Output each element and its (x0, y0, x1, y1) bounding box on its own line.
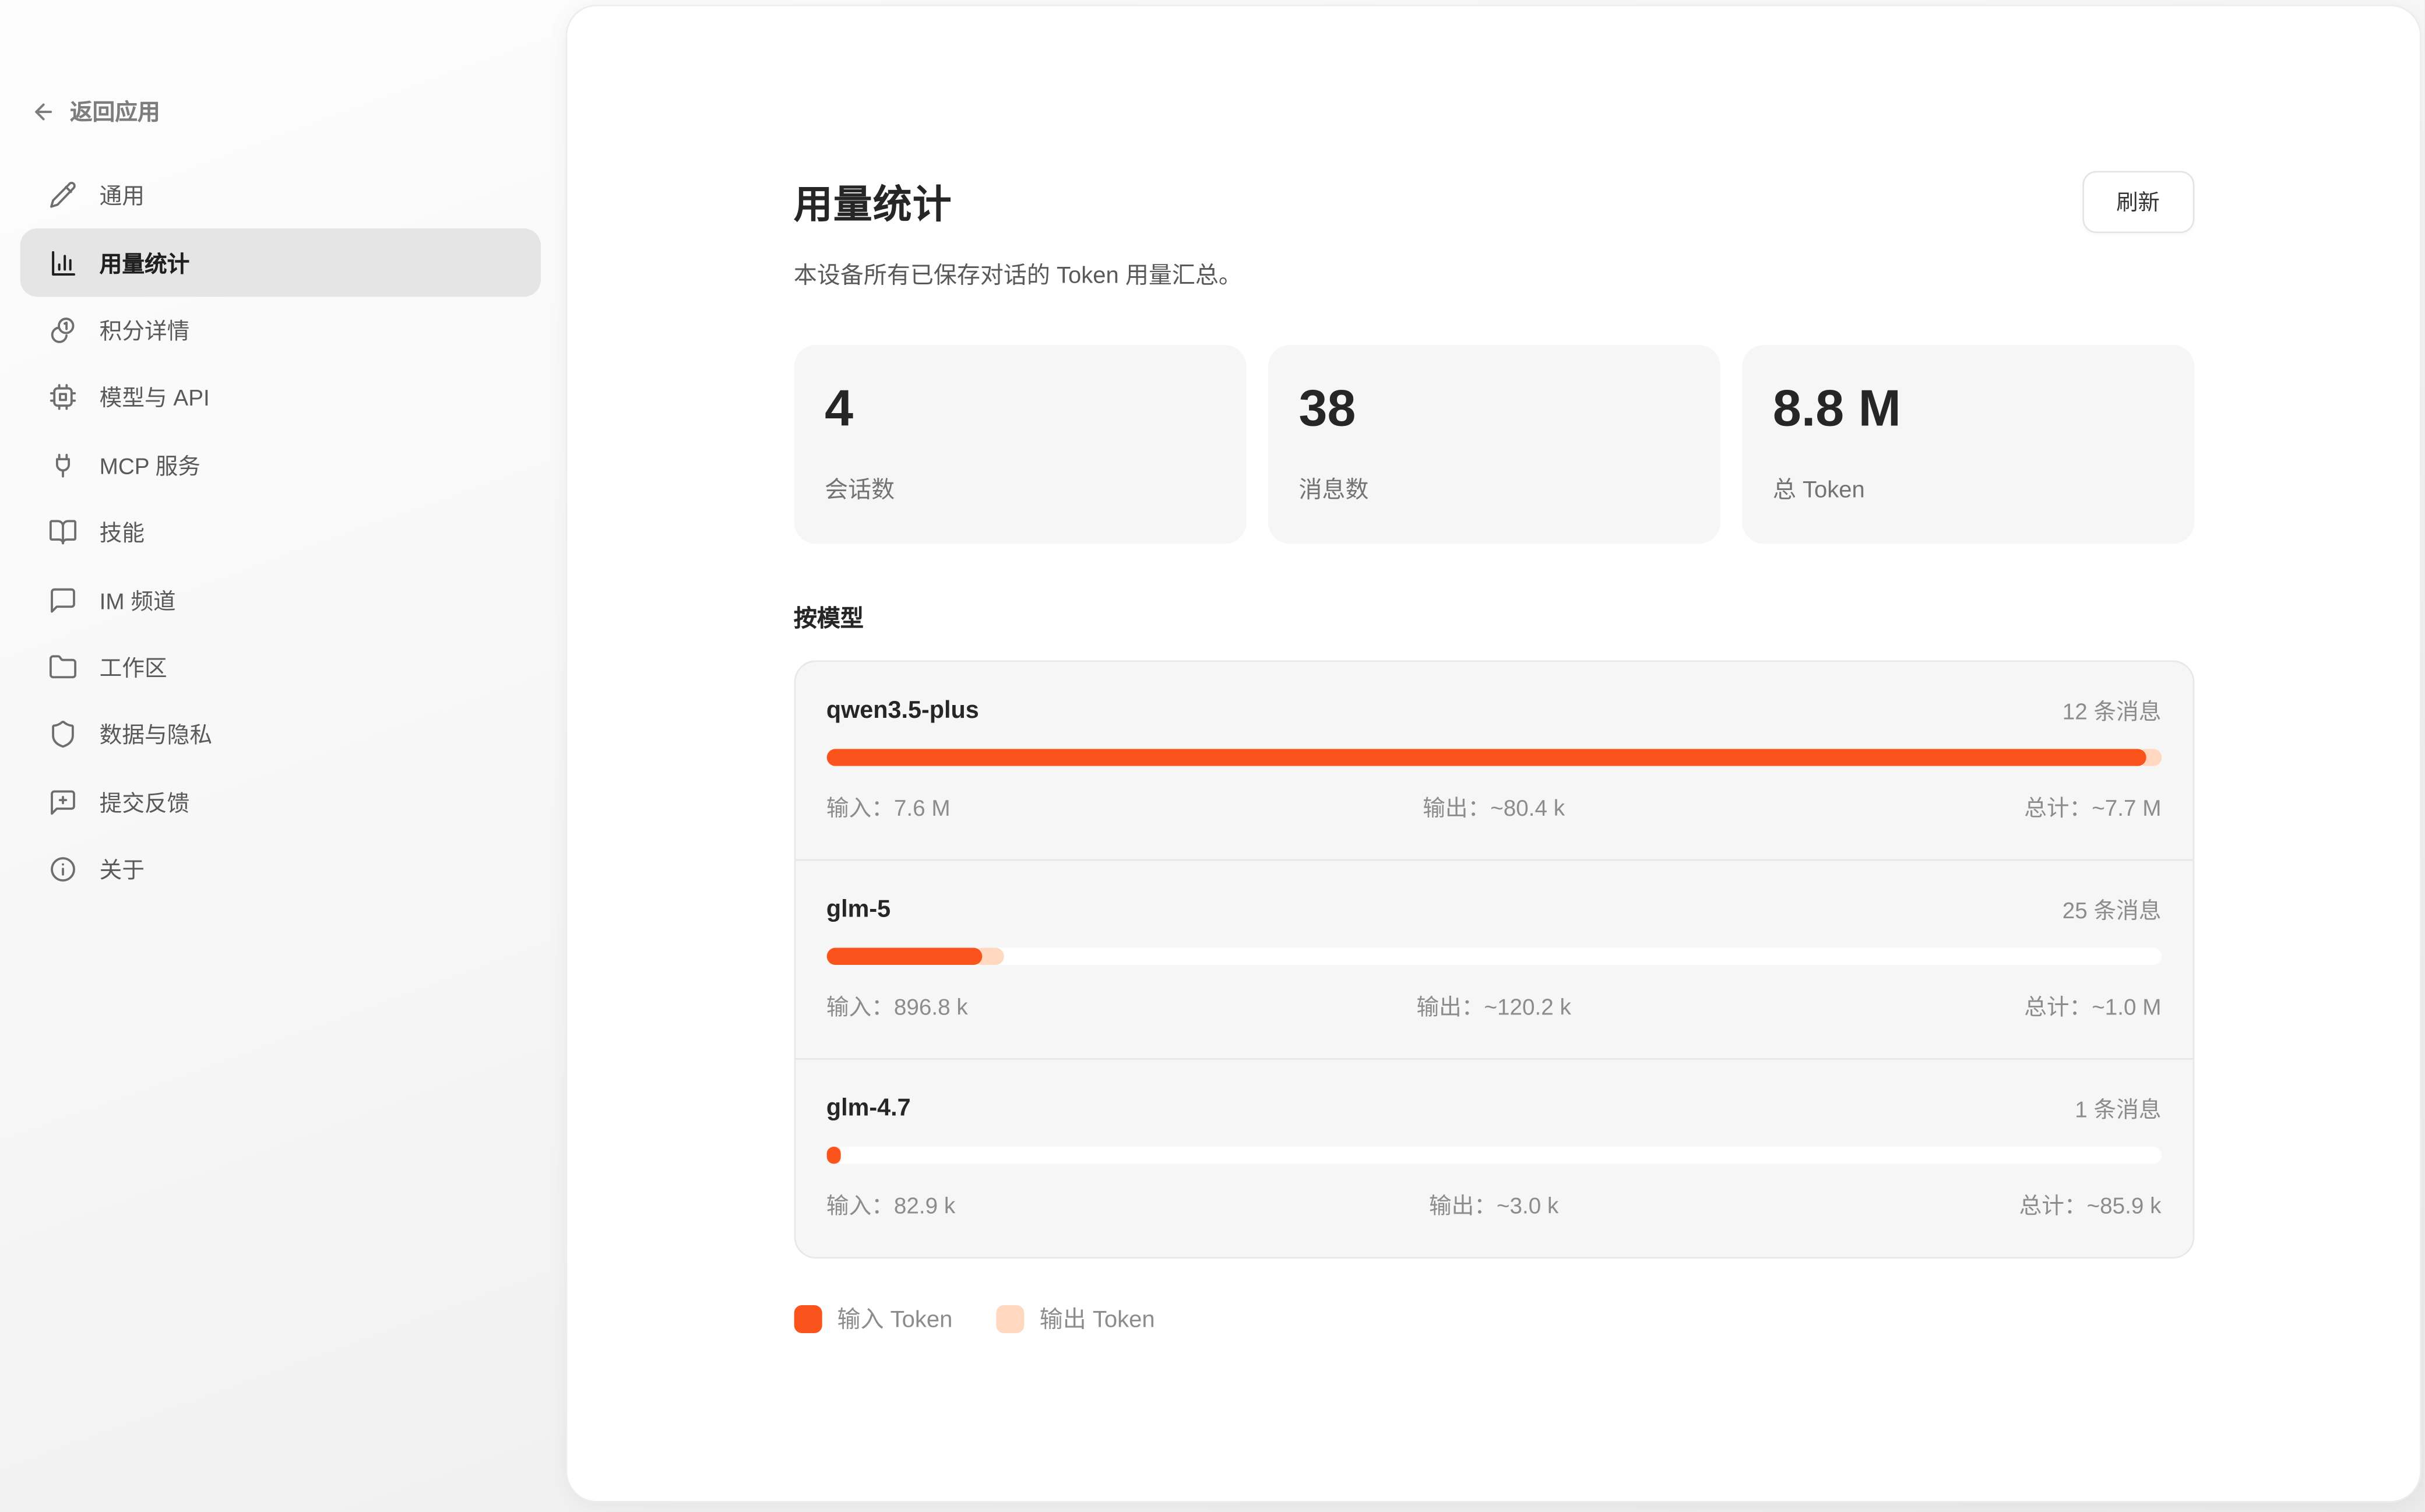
sidebar-item-label: IM 频道 (100, 583, 176, 616)
legend-input: 输入 Token (794, 1302, 953, 1335)
input-total: 输入：896.8 k (826, 990, 1272, 1023)
sum-total: 总计：~1.0 M (1716, 990, 2162, 1023)
stat-card-messages: 38 消息数 (1268, 345, 1720, 544)
cpu-icon (47, 382, 78, 413)
legend-output-label: 输出 Token (1040, 1302, 1155, 1335)
legend: 输入 Token 输出 Token (794, 1302, 2194, 1335)
sidebar-item-label: 数据与隐私 (100, 718, 212, 751)
token-usage-bar (826, 1147, 2162, 1164)
sidebar-item-general[interactable]: 通用 (20, 161, 541, 229)
input-token-segment (826, 749, 2146, 766)
bar-chart-icon (47, 247, 78, 278)
sidebar-item-label: 用量统计 (100, 246, 190, 279)
legend-output: 输出 Token (996, 1302, 1155, 1335)
folder-icon (47, 651, 78, 682)
stat-value: 4 (825, 382, 1215, 433)
pencil-icon (47, 180, 78, 211)
legend-input-label: 输入 Token (837, 1302, 953, 1335)
input-total: 输入：7.6 M (826, 791, 1272, 823)
output-token-swatch (996, 1305, 1024, 1333)
input-token-segment (826, 948, 983, 965)
model-row-qwen35-plus: qwen3.5-plus 12 条消息 输入：7.6 M 输出：~80.4 k … (796, 662, 2192, 859)
model-name: glm-4.7 (826, 1095, 911, 1123)
sidebar: 返回应用 通用 用量统计 积分详情 (0, 0, 566, 1512)
stat-value: 38 (1299, 382, 1689, 433)
sidebar-item-credits[interactable]: 积分详情 (20, 297, 541, 364)
stat-card-sessions: 4 会话数 (794, 345, 1246, 544)
sidebar-item-label: 提交反馈 (100, 786, 190, 819)
model-name: qwen3.5-plus (826, 697, 979, 725)
back-to-app-button[interactable]: 返回应用 (31, 95, 541, 128)
chat-bubble-icon (47, 584, 78, 615)
page-header: 用量统计 刷新 (794, 171, 2194, 233)
sidebar-item-label: MCP 服务 (100, 449, 200, 481)
back-label: 返回应用 (70, 95, 160, 128)
sidebar-item-about[interactable]: 关于 (20, 836, 541, 903)
sidebar-item-label: 工作区 (100, 651, 167, 683)
output-total: 输出：~80.4 k (1271, 791, 1716, 823)
by-model-heading: 按模型 (794, 601, 2194, 634)
sidebar-item-mcp[interactable]: MCP 服务 (20, 431, 541, 499)
sidebar-item-models-api[interactable]: 模型与 API (20, 364, 541, 431)
sidebar-item-label: 通用 (100, 179, 145, 212)
model-row-glm-47: glm-4.7 1 条消息 输入：82.9 k 输出：~3.0 k 总计：~85… (796, 1058, 2192, 1257)
info-icon (47, 854, 78, 885)
feedback-plus-icon (47, 787, 78, 817)
sidebar-item-privacy[interactable]: 数据与隐私 (20, 701, 541, 769)
output-total: 输出：~120.2 k (1271, 990, 1716, 1023)
input-token-swatch (794, 1305, 822, 1333)
plug-icon (47, 449, 78, 480)
stat-label: 会话数 (825, 473, 1215, 505)
shield-icon (47, 719, 78, 750)
sum-total: 总计：~85.9 k (1716, 1189, 2162, 1221)
sidebar-item-usage-stats[interactable]: 用量统计 (20, 229, 541, 297)
sidebar-item-label: 积分详情 (100, 314, 190, 347)
sum-total: 总计：~7.7 M (1716, 791, 2162, 823)
model-message-count: 1 条消息 (2075, 1092, 2161, 1125)
refresh-button[interactable]: 刷新 (2082, 171, 2194, 233)
input-token-segment (826, 1147, 841, 1164)
sidebar-item-label: 技能 (100, 516, 145, 549)
input-total: 输入：82.9 k (826, 1189, 1272, 1221)
sidebar-item-label: 关于 (100, 853, 145, 886)
stat-cards: 4 会话数 38 消息数 8.8 M 总 Token (794, 345, 2194, 544)
model-usage-list: qwen3.5-plus 12 条消息 输入：7.6 M 输出：~80.4 k … (794, 660, 2194, 1259)
stat-label: 总 Token (1773, 473, 2163, 505)
model-name: glm-5 (826, 896, 891, 924)
page-title: 用量统计 (794, 174, 952, 230)
settings-window: 返回应用 通用 用量统计 积分详情 (0, 0, 2425, 1512)
sidebar-item-workspace[interactable]: 工作区 (20, 633, 541, 701)
usage-stats-page: 用量统计 刷新 本设备所有已保存对话的 Token 用量汇总。 4 会话数 38… (794, 6, 2194, 1335)
model-row-glm-5: glm-5 25 条消息 输入：896.8 k 输出：~120.2 k 总计：~… (796, 859, 2192, 1058)
stat-label: 消息数 (1299, 473, 1689, 505)
model-message-count: 25 条消息 (2063, 893, 2162, 926)
page-subtitle: 本设备所有已保存对话的 Token 用量汇总。 (794, 258, 2194, 291)
coins-icon (47, 315, 78, 346)
model-message-count: 12 条消息 (2063, 695, 2162, 727)
sidebar-item-im-channels[interactable]: IM 频道 (20, 566, 541, 634)
token-usage-bar (826, 948, 2162, 965)
token-usage-bar (826, 749, 2162, 766)
book-open-icon (47, 517, 78, 548)
main-panel: 用量统计 刷新 本设备所有已保存对话的 Token 用量汇总。 4 会话数 38… (566, 5, 2422, 1503)
stat-value: 8.8 M (1773, 382, 2163, 433)
sidebar-nav: 通用 用量统计 积分详情 模型与 API (20, 161, 541, 903)
stat-card-total-tokens: 8.8 M 总 Token (1742, 345, 2194, 544)
back-arrow-icon (31, 98, 56, 124)
sidebar-item-feedback[interactable]: 提交反馈 (20, 769, 541, 836)
output-total: 输出：~3.0 k (1271, 1189, 1716, 1221)
sidebar-item-label: 模型与 API (100, 381, 210, 414)
sidebar-item-skills[interactable]: 技能 (20, 499, 541, 566)
